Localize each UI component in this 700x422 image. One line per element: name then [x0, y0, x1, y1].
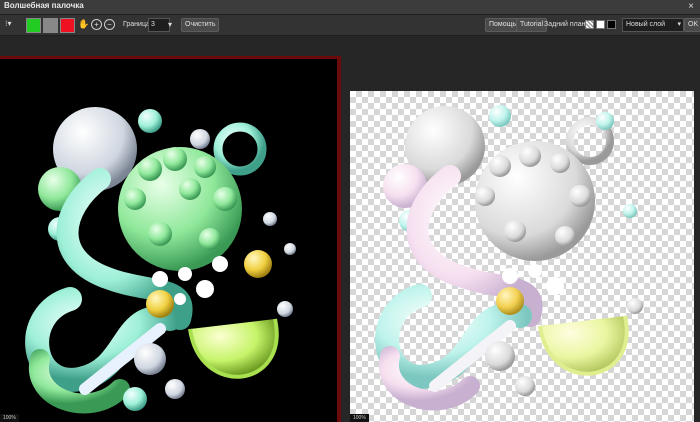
swatch-green[interactable]	[26, 18, 41, 33]
tool-options-icon[interactable]: ⁝▾	[5, 18, 12, 30]
toolbar: ⁝▾ ✋ + − Граница 3 ▾ Очистить Помощь Tut…	[0, 15, 700, 36]
swatch-gray[interactable]	[43, 18, 58, 33]
source-canvas[interactable]: 100%	[0, 56, 341, 422]
new-layer-select[interactable]: Новый слой ▾	[622, 18, 684, 32]
source-image	[25, 107, 296, 414]
clear-button[interactable]: Очистить	[181, 18, 220, 32]
title-bar: Волшебная палочка ×	[0, 0, 700, 15]
new-layer-select-label: Новый слой	[626, 21, 666, 28]
swatch-red[interactable]	[60, 18, 75, 33]
hand-icon[interactable]: ✋	[78, 18, 89, 30]
result-image	[375, 105, 643, 411]
zoom-indicator: 100%	[0, 414, 19, 422]
help-button[interactable]: Помощь	[485, 18, 521, 32]
bg-white-option[interactable]	[596, 20, 605, 29]
bg-black-option[interactable]	[607, 20, 616, 29]
border-label: Граница	[123, 21, 150, 28]
border-input[interactable]: 3	[148, 18, 170, 32]
subtract-icon[interactable]: −	[104, 19, 115, 30]
window-title: Волшебная палочка	[4, 1, 84, 10]
tutorial-button[interactable]: Tutorial	[516, 18, 548, 32]
result-canvas[interactable]: 100%	[350, 91, 694, 422]
chevron-down-icon: ▾	[677, 21, 681, 28]
close-icon[interactable]: ×	[688, 0, 694, 14]
ok-button[interactable]: OK	[684, 18, 700, 32]
zoom-indicator: 100%	[350, 414, 369, 422]
chevron-down-icon[interactable]: ▾	[168, 19, 172, 31]
background-label: Задний план	[544, 21, 586, 28]
bg-transparent-option[interactable]	[585, 20, 594, 29]
add-icon[interactable]: +	[91, 19, 102, 30]
